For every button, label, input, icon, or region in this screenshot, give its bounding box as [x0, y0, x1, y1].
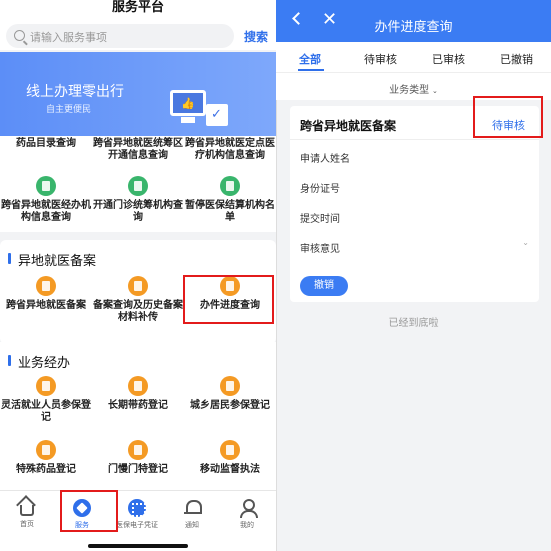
right-screen: ✕ 办件进度查询 全部 待审核 已审核 已撤销 业务类型 ⌄ 跨省异地就医备案 … [276, 0, 551, 551]
hospital-icon [36, 176, 56, 196]
service-item-mobile-inspection[interactable]: 移动监督执法 [184, 440, 276, 476]
user-icon [238, 499, 258, 518]
service-item-label: 跨省异地就医统筹区开通信息查询 [93, 138, 183, 161]
nav-header: ✕ 办件进度查询 [276, 0, 551, 42]
monitor-icon: 👍 [170, 90, 206, 116]
person-icon [36, 376, 56, 396]
highlight-service-tab [60, 490, 118, 532]
tab-label: 医保电子凭证 [116, 522, 158, 529]
card-title: 跨省异地就医备案 [300, 119, 397, 133]
tab-home[interactable]: 首页 [2, 499, 52, 529]
status-tabs: 全部 待审核 已审核 已撤销 [276, 42, 551, 72]
qr-code-icon [128, 499, 146, 517]
section-title: 异地就医备案 [8, 250, 96, 269]
thumbs-up-icon: 👍 [181, 98, 195, 110]
service-item-label: 门慢门特登记 [108, 464, 168, 475]
service-item-label: 灵活就业人员参保登记 [1, 400, 91, 423]
service-item-chronic-outpatient[interactable]: 门慢门特登记 [92, 440, 184, 476]
service-item-designated-institutions[interactable]: 跨省异地就医定点医疗机构信息查询 [184, 136, 276, 162]
service-item-label: 城乡居民参保登记 [190, 400, 270, 411]
service-item-label: 跨省异地就医备案 [6, 300, 86, 311]
service-item-cross-province-filing[interactable]: 跨省异地就医备案 [0, 276, 92, 312]
top-bar: 服务平台 [0, 0, 276, 20]
chevron-down-icon[interactable]: ⌄ [522, 238, 529, 247]
service-item-outpatient-query[interactable]: 开通门诊统筹机构查询 [92, 176, 184, 224]
service-item-drug-catalog[interactable]: 药品目录查询 [0, 136, 92, 150]
edit-icon [220, 376, 240, 396]
service-item-label: 开通门诊统筹机构查询 [93, 200, 183, 223]
service-item-long-term-medicine[interactable]: 长期带药登记 [92, 376, 184, 412]
home-icon [20, 505, 34, 516]
search-input[interactable]: 请输入服务事项 [6, 24, 234, 48]
bottom-tab-bar: 首页 服务 医保电子凭证 通知 我的 [0, 490, 276, 551]
search-button[interactable]: 搜索 [244, 28, 268, 45]
field-applicant-name: 申请人姓名 [300, 154, 350, 165]
business-section: 业务经办 灵活就业人员参保登记 长期带药登记 城乡居民参保登记 特殊药品登记 门… [0, 342, 276, 490]
field-review-opinion: 审核意见 [300, 244, 340, 255]
service-item-label: 药品目录查询 [16, 138, 76, 149]
tab-label: 我的 [240, 522, 254, 529]
service-item-label: 跨省异地就医经办机构信息查询 [1, 200, 91, 223]
left-screen: 服务平台 请输入服务事项 搜索 线上办理零出行 自主更便民 👍 药品目录查询 跨… [0, 0, 276, 551]
document-icon [128, 176, 148, 196]
service-item-filing-history[interactable]: 备案查询及历史备案材料补传 [92, 276, 184, 324]
tab-revoked[interactable]: 已撤销 [500, 51, 533, 67]
filing-icon [36, 276, 56, 296]
tab-all[interactable]: 全部 [299, 51, 321, 67]
tab-e-voucher[interactable]: 医保电子凭证 [112, 499, 162, 530]
end-of-list-text: 已经到底啦 [388, 318, 439, 329]
tab-label: 首页 [20, 521, 34, 528]
field-id-number: 身份证号 [300, 184, 340, 195]
tab-notifications[interactable]: 通知 [167, 499, 217, 530]
search-bar: 请输入服务事项 搜索 [0, 20, 276, 50]
highlight-status-badge [473, 96, 543, 138]
query-icon [128, 276, 148, 296]
revoke-button[interactable]: 撤销 [300, 276, 348, 296]
service-item-label: 特殊药品登记 [16, 464, 76, 475]
service-item-coordination-area[interactable]: 跨省异地就医统筹区开通信息查询 [92, 136, 184, 162]
pill-icon [36, 440, 56, 460]
tab-pending[interactable]: 待审核 [364, 51, 397, 67]
field-submit-time: 提交时间 [300, 214, 340, 225]
tab-reviewed[interactable]: 已审核 [432, 51, 465, 67]
checklist-icon [206, 104, 228, 126]
search-icon [14, 30, 25, 41]
banner-title: 线上办理零出行 [26, 83, 124, 99]
active-tab-indicator [298, 69, 324, 71]
highlight-progress-query [183, 275, 274, 324]
section-title: 业务经办 [8, 352, 70, 371]
inspect-icon [220, 440, 240, 460]
service-item-label: 备案查询及历史备案材料补传 [93, 300, 183, 323]
promo-banner[interactable]: 线上办理零出行 自主更便民 👍 [0, 52, 276, 136]
list-icon [220, 176, 240, 196]
bell-icon [183, 499, 202, 517]
filter-label: 业务类型 ⌄ [389, 85, 438, 96]
service-item-suspended-list[interactable]: 暂停医保结算机构名单 [184, 176, 276, 224]
clipboard-icon [128, 440, 148, 460]
tab-label: 通知 [185, 522, 199, 529]
service-item-agency-query[interactable]: 跨省异地就医经办机构信息查询 [0, 176, 92, 224]
page-title: 服务平台 [111, 0, 164, 14]
service-item-label: 暂停医保结算机构名单 [185, 200, 275, 223]
monitor-stand [181, 117, 195, 123]
service-item-label: 移动监督执法 [200, 464, 260, 475]
query-section: 药品目录查询 跨省异地就医统筹区开通信息查询 跨省异地就医定点医疗机构信息查询 … [0, 136, 276, 232]
banner-subtitle: 自主更便民 [46, 104, 92, 114]
page-title: 办件进度查询 [374, 19, 453, 34]
service-item-label: 长期带药登记 [108, 400, 168, 411]
service-item-resident-insurance[interactable]: 城乡居民参保登记 [184, 376, 276, 412]
home-indicator [88, 544, 188, 548]
search-placeholder: 请输入服务事项 [30, 32, 107, 44]
tab-profile[interactable]: 我的 [222, 499, 272, 530]
chevron-down-icon: ⌄ [431, 88, 438, 95]
service-item-flexible-employment[interactable]: 灵活就业人员参保登记 [0, 376, 92, 424]
service-item-label: 跨省异地就医定点医疗机构信息查询 [185, 138, 275, 161]
medicine-icon [128, 376, 148, 396]
service-item-special-drugs[interactable]: 特殊药品登记 [0, 440, 92, 476]
